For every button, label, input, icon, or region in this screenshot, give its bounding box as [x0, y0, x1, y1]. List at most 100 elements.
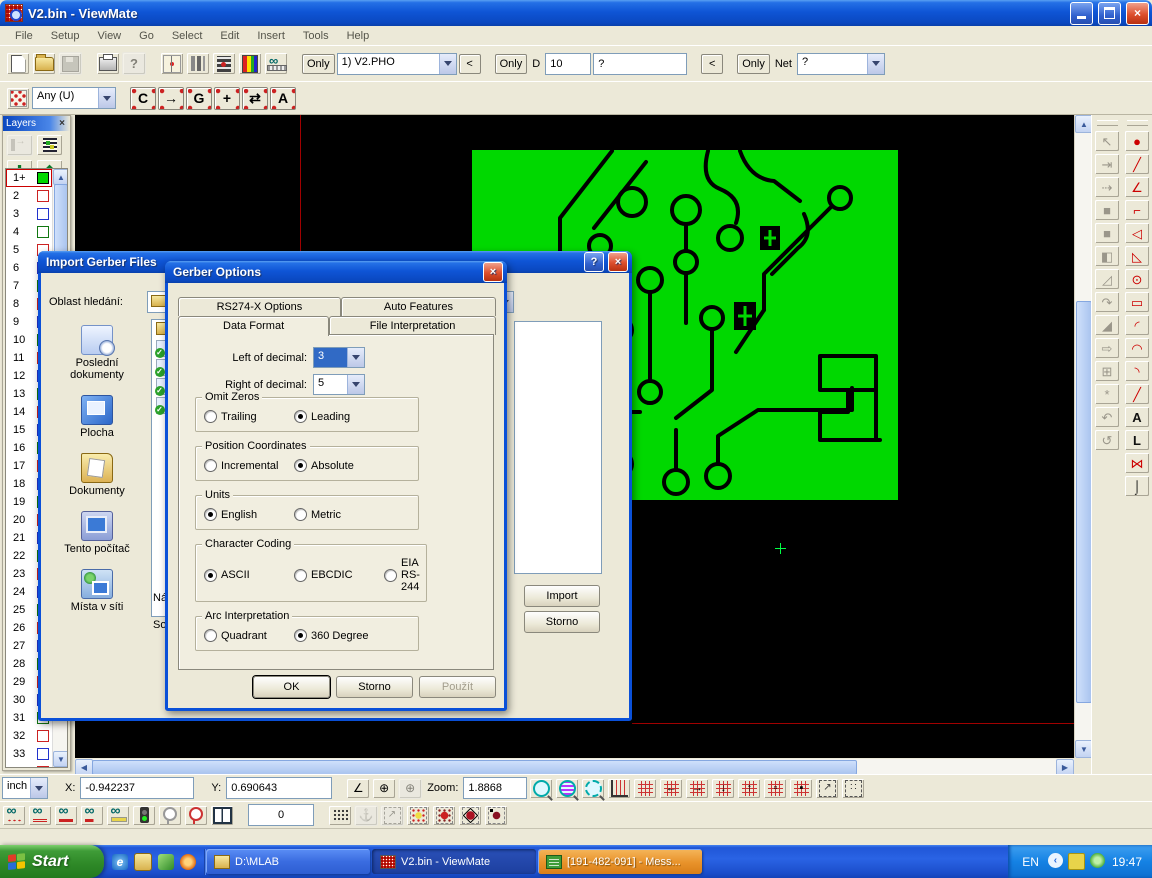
- radio-button-icon[interactable]: [294, 569, 307, 582]
- pattern-flash-icon[interactable]: [406, 805, 430, 826]
- tab-file-interpretation[interactable]: File Interpretation: [329, 316, 496, 335]
- icq-tray-icon[interactable]: [1090, 853, 1105, 868]
- move-origin-icon[interactable]: ⇥: [1094, 153, 1120, 175]
- layer-row[interactable]: 32: [6, 727, 52, 745]
- move-element-icon[interactable]: ⇨: [1094, 337, 1120, 359]
- layer-color-swatch[interactable]: [37, 172, 49, 184]
- view-outlines-icon[interactable]: [80, 805, 104, 826]
- pattern-square-icon[interactable]: [484, 805, 508, 826]
- highlight-traffic-icon[interactable]: [132, 805, 156, 826]
- pattern-round-icon[interactable]: [432, 805, 456, 826]
- toolbar-grip[interactable]: [1127, 120, 1148, 126]
- radio-option[interactable]: Quadrant: [204, 629, 290, 642]
- open-file-button[interactable]: [32, 52, 56, 75]
- chevron-down-icon[interactable]: [439, 54, 456, 74]
- zoom-tool-icon[interactable]: [529, 778, 553, 799]
- draw-arc2-icon[interactable]: ◠: [1124, 337, 1150, 359]
- gerber-options-titlebar[interactable]: Gerber Options ×: [165, 261, 507, 283]
- radio-option[interactable]: ASCII: [204, 557, 290, 593]
- move-copy-icon[interactable]: ⇢: [1094, 176, 1120, 198]
- place-desktop[interactable]: Plocha: [51, 395, 143, 439]
- draw-corner-icon[interactable]: ⌐: [1124, 199, 1150, 221]
- zoom-value-input[interactable]: 1.8868: [463, 777, 527, 799]
- pan-up-icon[interactable]: ↑: [737, 778, 761, 799]
- save-file-button[interactable]: [58, 52, 82, 75]
- select-pad-icon[interactable]: +: [214, 87, 240, 110]
- stretch-diagonal-icon[interactable]: ↗: [815, 778, 839, 799]
- close-icon[interactable]: ×: [57, 118, 67, 129]
- apply-button[interactable]: Použít: [419, 676, 496, 698]
- radio-button-icon[interactable]: [204, 569, 217, 582]
- language-indicator[interactable]: EN: [1022, 855, 1039, 869]
- dialog-close-button[interactable]: ×: [483, 262, 503, 282]
- taskbar-button[interactable]: V2.bin - ViewMate: [372, 849, 536, 874]
- select-gerber-icon[interactable]: G: [186, 87, 212, 110]
- pan-down-icon[interactable]: ↓: [711, 778, 735, 799]
- draw-arc-arrow-icon[interactable]: ◁: [1124, 222, 1150, 244]
- radio-option[interactable]: Absolute: [294, 459, 380, 472]
- scale-triangles-icon[interactable]: ◢: [1094, 314, 1120, 336]
- grid-dots-icon[interactable]: [328, 805, 352, 826]
- pan-right-icon[interactable]: →: [685, 778, 709, 799]
- pattern-diamond-icon[interactable]: [458, 805, 482, 826]
- y-coordinate-value[interactable]: 0.690643: [226, 777, 332, 799]
- radio-option[interactable]: Incremental: [204, 459, 290, 472]
- layer-row[interactable]: 34: [6, 763, 52, 768]
- draw-triangle-icon[interactable]: ◺: [1124, 245, 1150, 267]
- dcode-input[interactable]: 10: [545, 53, 591, 75]
- place-computer[interactable]: Tento počítač: [51, 511, 143, 555]
- fill-square-icon[interactable]: ■: [1094, 199, 1120, 221]
- scroll-right-icon[interactable]: ▶: [1056, 759, 1074, 774]
- new-file-button[interactable]: [6, 52, 30, 75]
- undo-icon[interactable]: ↶: [1094, 406, 1120, 428]
- import-button[interactable]: Import: [524, 585, 600, 607]
- close-button[interactable]: ×: [1126, 2, 1149, 25]
- place-network[interactable]: Místa v síti: [51, 569, 143, 613]
- notes-tray-icon[interactable]: [1068, 853, 1085, 870]
- menu-item[interactable]: Go: [130, 28, 163, 44]
- menu-item[interactable]: Help: [338, 28, 379, 44]
- fill-square2-icon[interactable]: ■: [1094, 222, 1120, 244]
- polar-target-icon[interactable]: ⊕: [398, 778, 422, 799]
- radio-button-icon[interactable]: [294, 459, 307, 472]
- dcode-search-input[interactable]: ?: [593, 53, 687, 75]
- toolbar-grip[interactable]: [1097, 120, 1118, 126]
- zoom-select-icon[interactable]: [581, 778, 605, 799]
- vertical-scroll-thumb[interactable]: [1076, 301, 1092, 703]
- layer-color-swatch[interactable]: [37, 748, 49, 760]
- layer-row[interactable]: 3: [6, 205, 52, 223]
- draw-line-icon[interactable]: ╱: [1124, 153, 1150, 175]
- layers-panel-titlebar[interactable]: Layers ×: [3, 116, 70, 131]
- mirror-horizontal-icon[interactable]: ◿: [1094, 268, 1120, 290]
- menu-item[interactable]: Select: [163, 28, 212, 44]
- colors-button[interactable]: [238, 52, 262, 75]
- radio-option[interactable]: EIA RS-244: [384, 557, 420, 593]
- radio-option[interactable]: 360 Degree: [294, 629, 380, 642]
- radio-button-icon[interactable]: [294, 629, 307, 642]
- only-layer-toggle[interactable]: Only: [302, 54, 335, 74]
- mirror-vertical-icon[interactable]: ◧: [1094, 245, 1120, 267]
- net-select-combo[interactable]: ?: [797, 53, 885, 75]
- only-net-toggle[interactable]: Only: [737, 54, 770, 74]
- layer-row[interactable]: 4: [6, 223, 52, 241]
- radio-option[interactable]: Trailing: [204, 410, 290, 423]
- radio-button-icon[interactable]: [294, 508, 307, 521]
- view-window2-icon[interactable]: ▪: [789, 778, 813, 799]
- stretch-move-icon[interactable]: ↗: [380, 805, 404, 826]
- layer-select-combo[interactable]: 1) V2.PHO: [337, 53, 457, 75]
- folders-icon[interactable]: [134, 853, 152, 871]
- tools-button[interactable]: [186, 52, 210, 75]
- firefox-icon[interactable]: [180, 854, 196, 870]
- view-sketch-icon[interactable]: [106, 805, 130, 826]
- radio-option[interactable]: Metric: [294, 508, 380, 521]
- origin-crosshair-icon[interactable]: ⊕: [372, 778, 396, 799]
- rotate-icon[interactable]: ↷: [1094, 291, 1120, 313]
- menu-item[interactable]: View: [88, 28, 130, 44]
- radio-option[interactable]: Leading: [294, 410, 380, 423]
- radio-button-icon[interactable]: [204, 508, 217, 521]
- green-book-icon[interactable]: [158, 854, 174, 870]
- dialog-close-button[interactable]: ×: [608, 252, 628, 272]
- canvas-vertical-scrollbar[interactable]: ▲ ▼: [1074, 115, 1091, 758]
- layer-film-button[interactable]: [36, 134, 63, 156]
- tab-rs274x-options[interactable]: RS274-X Options: [178, 297, 341, 316]
